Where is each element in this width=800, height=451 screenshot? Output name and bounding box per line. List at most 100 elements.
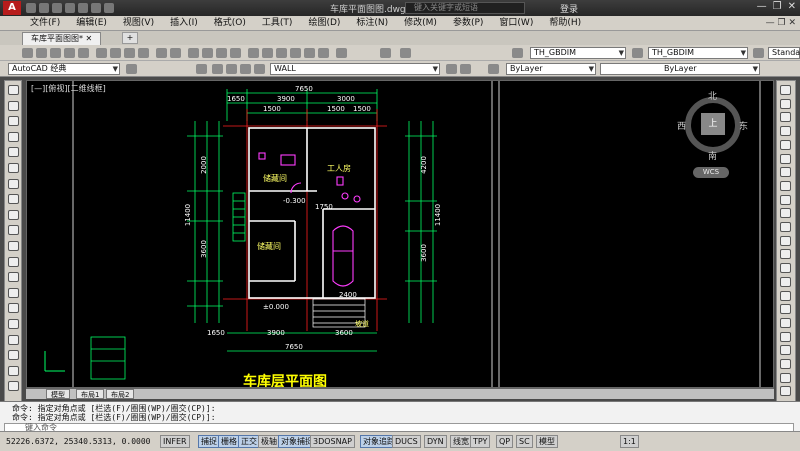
viewcube-east[interactable]: 东 (739, 119, 748, 132)
layer-freeze-icon[interactable] (226, 64, 237, 74)
new-tab-button[interactable]: + (122, 32, 138, 44)
open-icon[interactable] (36, 48, 47, 58)
menu-view[interactable]: 视图(V) (115, 16, 162, 30)
status-toggle-栅格[interactable]: 栅格 (218, 435, 240, 448)
zoom-realtime-icon[interactable] (202, 48, 213, 58)
document-window-controls[interactable]: — ❐ ✕ (766, 18, 796, 28)
print-icon[interactable] (64, 48, 75, 58)
polyline-icon[interactable] (8, 116, 19, 127)
ellipse-arc-icon[interactable] (8, 241, 19, 251)
color-select[interactable]: ByLayer ▼ (506, 63, 596, 75)
region-icon[interactable] (8, 334, 19, 345)
linetype-select[interactable]: ByLayer ▼ (600, 63, 760, 75)
undo-icon[interactable] (156, 48, 167, 58)
make-block-icon[interactable] (8, 272, 19, 283)
autocad-app-icon[interactable]: A (3, 1, 21, 15)
gradient-icon[interactable] (8, 319, 19, 329)
menu-parametric[interactable]: 参数(P) (445, 16, 491, 30)
zoom-previous-icon[interactable] (230, 48, 241, 58)
explode-icon[interactable] (780, 317, 791, 328)
join-icon[interactable] (780, 263, 791, 274)
design-center-icon[interactable] (262, 48, 273, 58)
viewcube-west[interactable]: 西 (677, 119, 686, 132)
drawing-canvas[interactable]: [—][俯视][二维线框] 7650 3900 1650 3000 1500 1… (26, 80, 774, 388)
status-toggle-ducs[interactable]: DUCS (392, 435, 421, 448)
erase-icon[interactable] (780, 85, 791, 95)
layer-tool-icon[interactable] (780, 331, 791, 342)
tab-model[interactable]: 模型 (46, 389, 70, 399)
fillet-icon[interactable] (780, 290, 791, 301)
login-button[interactable]: 登录 (560, 2, 578, 15)
menu-dimension[interactable]: 标注(N) (348, 16, 396, 30)
zoom-window-icon[interactable] (216, 48, 227, 58)
tab-layout1[interactable]: 布局1 (76, 389, 105, 399)
workspace-select[interactable]: AutoCAD 经典 ▼ (8, 63, 120, 75)
status-toggle-infer[interactable]: INFER (160, 435, 190, 448)
annotation-scale-select[interactable]: 1:1 (620, 435, 639, 448)
copy-icon[interactable] (110, 48, 121, 58)
arc-icon[interactable] (8, 163, 19, 173)
menu-draw[interactable]: 绘图(D) (300, 16, 348, 30)
close-button[interactable]: ✕ (788, 1, 796, 12)
model-space-button[interactable]: 模型 (536, 435, 558, 448)
viewcube[interactable]: 上 北 南 西 东 (677, 89, 749, 162)
menu-edit[interactable]: 编辑(E) (68, 16, 115, 30)
viewcube-top-face[interactable]: 上 (701, 113, 725, 135)
rectangle-icon[interactable] (8, 147, 19, 158)
menu-file[interactable]: 文件(F) (22, 16, 68, 30)
menu-format[interactable]: 格式(O) (206, 16, 254, 30)
dimension-style-icon[interactable] (632, 48, 643, 58)
status-toggle-sc[interactable]: SC (516, 435, 533, 448)
trim-icon[interactable] (780, 208, 791, 219)
sheet-set-icon[interactable] (290, 48, 301, 58)
minimize-button[interactable]: — (757, 1, 767, 12)
break-icon[interactable] (780, 249, 791, 260)
hatch-icon[interactable] (8, 303, 19, 314)
markup-icon[interactable] (304, 48, 315, 58)
text-style-icon[interactable] (380, 48, 391, 58)
calculator-icon[interactable] (318, 48, 329, 58)
polygon-icon[interactable] (8, 131, 19, 142)
construction-line-icon[interactable] (8, 100, 19, 111)
menu-modify[interactable]: 修改(M) (396, 16, 445, 30)
layer-color-icon[interactable] (254, 64, 265, 74)
copy-object-icon[interactable] (780, 98, 791, 109)
new-icon[interactable] (22, 48, 33, 58)
status-toggle-正交[interactable]: 正交 (238, 435, 260, 448)
measure-icon[interactable] (780, 372, 791, 383)
rotate-icon[interactable] (780, 167, 791, 178)
status-toggle-捕捉[interactable]: 捕捉 (198, 435, 220, 448)
viewcube-south[interactable]: 南 (708, 149, 717, 162)
cut-icon[interactable] (96, 48, 107, 58)
mirror-icon[interactable] (780, 112, 791, 123)
add-selected-icon[interactable] (8, 381, 19, 392)
revision-cloud-icon[interactable] (8, 194, 19, 205)
status-toggle-线宽[interactable]: 线宽 (450, 435, 472, 448)
chamfer-icon[interactable] (780, 276, 791, 287)
text-style-select[interactable]: TH_GBDIM ▼ (530, 47, 626, 59)
redo-icon[interactable] (104, 3, 114, 13)
menu-window[interactable]: 窗口(W) (491, 16, 541, 30)
status-toggle-极轴[interactable]: 极轴 (258, 435, 280, 448)
table-icon[interactable] (8, 350, 19, 361)
dimension-style-select[interactable]: TH_GBDIM ▼ (648, 47, 748, 59)
tab-layout2[interactable]: 布局2 (106, 389, 135, 399)
redo-icon[interactable] (170, 48, 181, 58)
multiline-text-icon[interactable] (8, 365, 19, 376)
ellipse-icon[interactable] (8, 225, 19, 236)
extend-icon[interactable] (780, 222, 791, 232)
menu-tools[interactable]: 工具(T) (254, 16, 301, 30)
spline-icon[interactable] (8, 209, 19, 220)
layer-on-icon[interactable] (212, 64, 223, 74)
tool-palettes-icon[interactable] (276, 48, 287, 58)
color-control-icon[interactable] (488, 64, 499, 74)
wcs-menu[interactable]: WCS (693, 167, 729, 178)
point-icon[interactable] (8, 287, 19, 298)
table-style-select[interactable]: Standa (768, 47, 800, 59)
maximize-button[interactable]: ❐ (773, 1, 782, 12)
save-as-icon[interactable] (65, 3, 75, 13)
offset-icon[interactable] (780, 126, 791, 137)
print-icon[interactable] (78, 3, 88, 13)
move-icon[interactable] (780, 153, 791, 164)
layer-previous-icon[interactable] (460, 64, 471, 74)
